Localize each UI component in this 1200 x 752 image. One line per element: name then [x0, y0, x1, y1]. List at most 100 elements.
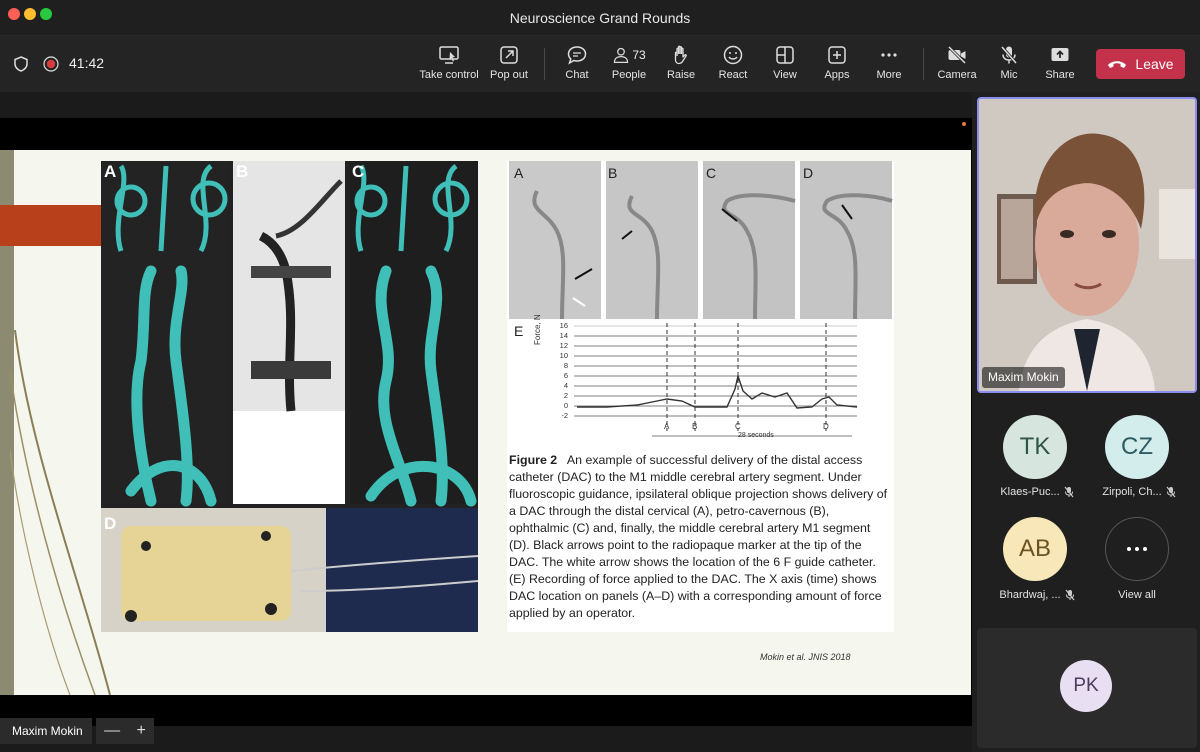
- pop-out-icon: [500, 46, 518, 64]
- view-label: View: [773, 69, 797, 81]
- raise-hand-button[interactable]: Raise: [662, 44, 700, 90]
- shield-icon[interactable]: [13, 56, 29, 72]
- y-tick: 2: [563, 391, 568, 400]
- force-chart-label: E: [514, 323, 524, 339]
- people-label: People: [611, 69, 647, 81]
- y-tick: -2: [561, 411, 568, 420]
- ellipsis-icon: [881, 53, 897, 57]
- people-button[interactable]: 73 People: [608, 44, 650, 90]
- x-tick: C: [735, 422, 741, 431]
- presenter-name-chip: Maxim Mokin: [0, 718, 92, 744]
- camera-label: Camera: [937, 69, 977, 81]
- leave-button[interactable]: Leave: [1096, 49, 1185, 79]
- y-tick: 0: [563, 401, 568, 410]
- participant-name-row: Zirpoli, Ch...: [1091, 486, 1187, 498]
- caption-body: An example of successful delivery of the…: [509, 453, 888, 620]
- force-y-ticks: 16 14 12 10 8 6 4 2 0 -2: [556, 321, 568, 421]
- participant-name: Klaes-Puc...: [1000, 486, 1060, 498]
- view-button[interactable]: View: [766, 44, 804, 90]
- force-axis-label: Force, N: [533, 314, 542, 345]
- panel-label: C: [352, 162, 365, 181]
- y-tick: 4: [563, 381, 568, 390]
- participant-name-row: Klaes-Puc...: [989, 486, 1085, 498]
- participant-name: Bhardwaj, ...: [999, 589, 1061, 601]
- x-tick: B: [692, 422, 698, 431]
- plus-square-icon: [828, 46, 846, 64]
- leave-label: Leave: [1135, 56, 1174, 72]
- participant-tile[interactable]: CZ: [1105, 415, 1169, 479]
- figure-left-panel: [101, 161, 479, 632]
- view-all-button[interactable]: [1105, 517, 1169, 581]
- avatar: AB: [1003, 517, 1067, 581]
- view-all-label: View all: [1118, 589, 1156, 601]
- share-button[interactable]: Share: [1041, 44, 1079, 90]
- mic-off-icon: [1000, 46, 1018, 64]
- mic-muted-icon: [1065, 589, 1075, 601]
- y-tick: 16: [559, 321, 568, 330]
- react-button[interactable]: React: [714, 44, 752, 90]
- panel-label: D: [104, 514, 117, 533]
- apps-button[interactable]: Apps: [818, 44, 856, 90]
- caption-title: Figure 2: [509, 453, 558, 467]
- pop-out-label: Pop out: [490, 69, 528, 81]
- fluoro-label: B: [608, 165, 618, 181]
- camera-button[interactable]: Camera: [935, 44, 979, 90]
- x-tick: D: [823, 422, 829, 431]
- participant-tile[interactable]: TK: [1003, 415, 1067, 479]
- y-tick: 12: [559, 341, 568, 350]
- react-label: React: [718, 69, 748, 81]
- people-count: 73: [632, 48, 646, 62]
- participant-name-row: Bhardwaj, ...: [989, 589, 1085, 601]
- avatar: TK: [1003, 415, 1067, 479]
- more-label: More: [876, 69, 902, 81]
- toolbar-divider: [923, 48, 924, 80]
- mic-muted-icon: [1166, 486, 1176, 498]
- presenter-video-name: Maxim Mokin: [982, 367, 1065, 388]
- chat-label: Chat: [565, 69, 589, 81]
- panel-label: A: [104, 162, 117, 181]
- apps-label: Apps: [824, 69, 850, 81]
- chat-button[interactable]: Chat: [557, 44, 597, 90]
- fluoro-label: D: [803, 165, 814, 181]
- zoom-in-button[interactable]: +: [136, 722, 145, 740]
- participant-tile[interactable]: AB: [1003, 517, 1067, 581]
- presenter-video[interactable]: [977, 97, 1197, 393]
- avatar: PK: [1060, 660, 1112, 712]
- y-tick: 6: [563, 371, 568, 380]
- layout-grid-icon: [776, 46, 794, 64]
- panel-label: B: [236, 162, 249, 181]
- fluoro-label: C: [706, 165, 717, 181]
- phone-hangup-icon: [1108, 61, 1127, 68]
- meeting-timer: 41:42: [69, 55, 105, 71]
- pop-out-button[interactable]: Pop out: [486, 44, 532, 90]
- mic-button[interactable]: Mic: [990, 44, 1028, 90]
- more-button[interactable]: More: [870, 44, 908, 90]
- presenter-video-frame: [979, 99, 1195, 391]
- window-title: Neuroscience Grand Rounds: [509, 10, 691, 26]
- slide-accent-bar: [0, 205, 101, 246]
- take-control-icon: [439, 46, 459, 64]
- share-label: Share: [1045, 69, 1075, 81]
- participant-name: Zirpoli, Ch...: [1102, 486, 1162, 498]
- x-tick: A: [664, 422, 670, 431]
- people-icon: [614, 47, 629, 63]
- ellipsis-icon: [1127, 547, 1147, 551]
- toolbar-divider: [544, 48, 545, 80]
- share-screen-icon: [1051, 48, 1069, 61]
- smiley-icon: [723, 45, 743, 65]
- take-control-label: Take control: [419, 69, 479, 81]
- citation: Mokin et al. JNIS 2018: [760, 652, 851, 662]
- recording-icon: [43, 56, 59, 72]
- fluoro-label: A: [514, 165, 524, 181]
- mic-muted-icon: [1064, 486, 1074, 498]
- raise-label: Raise: [666, 69, 696, 81]
- slide-indicator-dot: [962, 122, 966, 126]
- take-control-button[interactable]: Take control: [416, 44, 482, 90]
- x-axis-note: 28 seconds: [738, 432, 774, 439]
- mic-label: Mic: [1000, 69, 1018, 81]
- y-tick: 14: [559, 331, 568, 340]
- raise-hand-icon: [674, 45, 687, 65]
- camera-off-icon: [947, 45, 967, 65]
- zoom-out-button[interactable]: —: [104, 722, 120, 740]
- vessel-models-image: [101, 161, 479, 632]
